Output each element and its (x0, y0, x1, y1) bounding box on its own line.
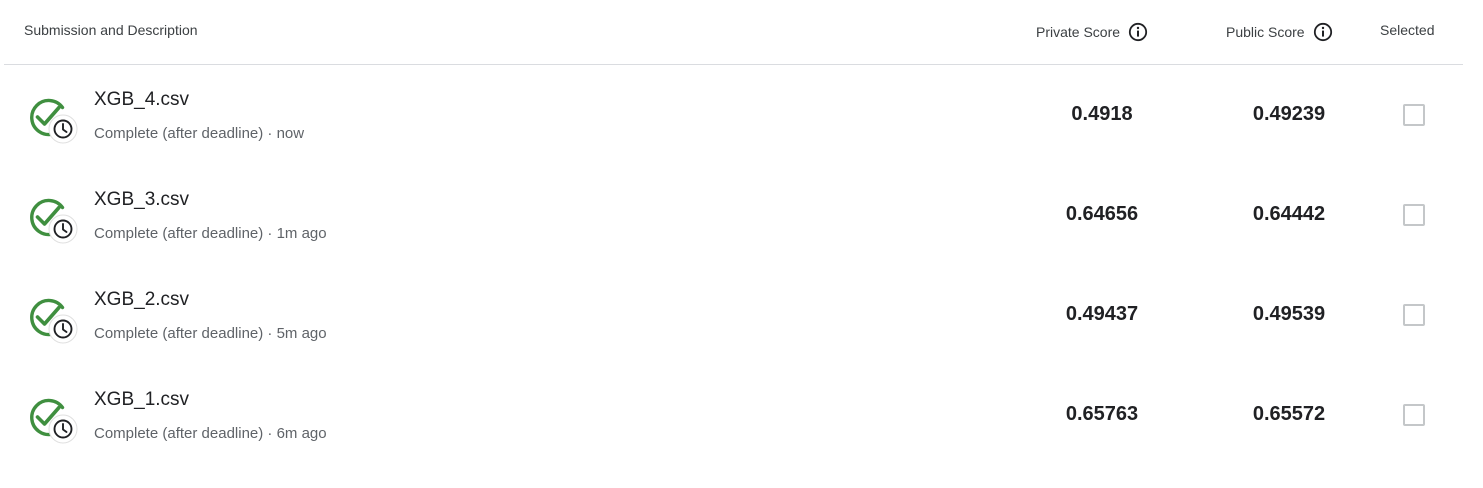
selected-column-label: Selected (1380, 22, 1435, 38)
check-circle-with-clock-icon (30, 198, 78, 244)
submission-status: Complete (after deadline) · 5m ago (94, 325, 327, 342)
private-score-column-label: Private Score (1036, 24, 1121, 40)
private-score: 0.4918 (1071, 103, 1133, 125)
public-score-info-icon[interactable] (1313, 22, 1333, 42)
private-score: 0.64656 (1065, 203, 1139, 225)
public-score: 0.49539 (1252, 303, 1326, 325)
submission-row: XGB_3.csv Complete (after deadline) · 1m… (4, 165, 1463, 265)
submissions-table: Submission and Description Private Score… (4, 0, 1463, 465)
public-score: 0.65572 (1252, 403, 1326, 425)
private-score: 0.49437 (1065, 303, 1139, 325)
selected-column-header: Selected (1380, 22, 1434, 38)
check-circle-with-clock-icon (30, 398, 78, 444)
private-score-info-icon[interactable] (1128, 22, 1148, 42)
submission-file-name[interactable]: XGB_4.csv (94, 89, 189, 111)
submission-file-name[interactable]: XGB_2.csv (94, 289, 189, 311)
selected-checkbox[interactable] (1403, 304, 1425, 326)
table-header: Submission and Description Private Score… (4, 0, 1463, 65)
submission-column-label: Submission and Description (24, 22, 198, 38)
submission-column-header: Submission and Description (24, 22, 198, 38)
public-score: 0.49239 (1252, 103, 1326, 125)
selected-checkbox[interactable] (1403, 404, 1425, 426)
submission-file-name[interactable]: XGB_3.csv (94, 189, 189, 211)
private-score: 0.65763 (1065, 403, 1139, 425)
submission-row: XGB_4.csv Complete (after deadline) · no… (4, 65, 1463, 165)
public-score-column-header: Public Score (1226, 22, 1333, 42)
selected-checkbox[interactable] (1403, 104, 1425, 126)
public-score-column-label: Public Score (1226, 24, 1305, 40)
submission-row: XGB_2.csv Complete (after deadline) · 5m… (4, 265, 1463, 365)
public-score: 0.64442 (1252, 203, 1326, 225)
check-circle-with-clock-icon (30, 98, 78, 144)
check-circle-with-clock-icon (30, 298, 78, 344)
submission-status: Complete (after deadline) · 1m ago (94, 225, 327, 242)
private-score-column-header: Private Score (1036, 22, 1148, 42)
submission-rows: XGB_4.csv Complete (after deadline) · no… (4, 65, 1463, 465)
submission-file-name[interactable]: XGB_1.csv (94, 389, 189, 411)
submission-status: Complete (after deadline) · 6m ago (94, 425, 327, 442)
submission-row: XGB_1.csv Complete (after deadline) · 6m… (4, 365, 1463, 465)
selected-checkbox[interactable] (1403, 204, 1425, 226)
submission-status: Complete (after deadline) · now (94, 125, 305, 142)
